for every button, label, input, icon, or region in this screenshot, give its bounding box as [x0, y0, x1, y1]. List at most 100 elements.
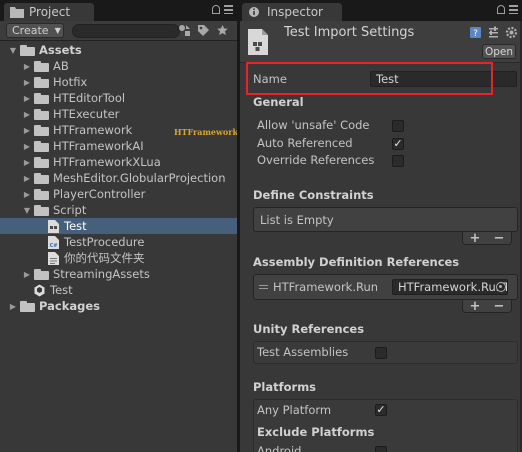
expand-arrow-right-icon[interactable]: ▶ — [22, 93, 32, 103]
tree-item[interactable]: 你的代码文件夹 — [0, 250, 237, 266]
expand-arrow-right-icon[interactable]: ▶ — [22, 173, 32, 183]
project-search-input[interactable] — [72, 24, 180, 38]
name-label: Name — [253, 72, 287, 86]
tree-item[interactable]: ▶ HTFrameworkXLua — [0, 154, 237, 170]
assembly-references-list: HTFramework.RunTime HTFramework.RunTime — [253, 274, 518, 300]
tree-item[interactable]: ▶ Hotfix — [0, 74, 237, 90]
tree-item[interactable]: ▶ StreamingAssets — [0, 266, 237, 282]
any-platform-label: Any Platform — [257, 403, 332, 417]
drag-handle-icon[interactable] — [259, 285, 268, 289]
htframework-logo-text: HTFramework — [174, 127, 238, 137]
lock-icon[interactable] — [497, 5, 505, 14]
text-asset-icon — [48, 251, 59, 265]
assembly-reference-name: HTFramework.RunTime — [273, 280, 377, 294]
tree-item[interactable]: C# TestProcedure — [0, 234, 237, 250]
lock-icon[interactable] — [212, 5, 220, 14]
name-input[interactable] — [370, 71, 517, 87]
gear-icon[interactable] — [505, 26, 518, 39]
tree-item-label: MeshEditor.GlobularProjection — [53, 171, 226, 185]
tree-item[interactable]: ▶ AB — [0, 58, 237, 74]
remove-item-button[interactable]: − — [494, 299, 505, 314]
tree-item[interactable]: ▶ HTEditorTool — [0, 90, 237, 106]
general-field-checkbox[interactable] — [392, 120, 404, 132]
expand-arrow-right-icon[interactable]: ▶ — [22, 141, 32, 151]
add-item-button[interactable]: + — [470, 299, 481, 314]
android-platform-checkbox[interactable] — [375, 446, 387, 452]
general-field-checkbox[interactable] — [392, 155, 404, 167]
test-assemblies-checkbox[interactable] — [375, 347, 387, 359]
tree-item[interactable]: ▶ Packages — [0, 298, 237, 314]
tree-item-label: HTFramework — [53, 123, 133, 137]
assembly-reference-object-field[interactable]: HTFramework.RunTime — [392, 279, 508, 295]
inspector-tab[interactable]: Inspector — [242, 3, 342, 21]
inspector-panel: Inspector Test Import Settings ? Open Na… — [240, 0, 522, 452]
tree-item[interactable]: ▼ Assets — [0, 42, 237, 58]
expand-arrow-right-icon[interactable]: ▶ — [22, 77, 32, 87]
inspector-header: Test Import Settings ? Open — [240, 21, 522, 63]
any-platform-checkbox[interactable]: ✓ — [375, 404, 387, 416]
add-item-button[interactable]: + — [470, 231, 481, 246]
general-field-label: Allow 'unsafe' Code — [257, 118, 370, 132]
inspector-title: Test Import Settings — [284, 25, 415, 40]
filter-by-type-icon[interactable] — [178, 24, 191, 37]
filter-by-label-icon[interactable] — [197, 24, 210, 37]
tree-item[interactable]: ▶ HTExecuter — [0, 106, 237, 122]
favorite-star-icon[interactable] — [216, 24, 229, 37]
folder-icon — [20, 300, 35, 312]
tree-item-label: HTFrameworkXLua — [53, 155, 161, 169]
menu-icon[interactable] — [509, 5, 518, 14]
open-button[interactable]: Open — [482, 44, 516, 59]
expand-arrow-right-icon[interactable]: ▶ — [22, 269, 32, 279]
platforms-title: Platforms — [253, 380, 317, 394]
help-icon[interactable]: ? — [469, 26, 482, 39]
info-icon — [249, 7, 259, 17]
folder-icon — [34, 204, 49, 216]
expand-arrow-right-icon[interactable]: ▶ — [22, 61, 32, 71]
expand-arrow-right-icon[interactable]: ▶ — [22, 157, 32, 167]
tree-item[interactable]: ▼ Script — [0, 202, 237, 218]
assembly-references-title: Assembly Definition References — [253, 255, 460, 269]
name-row: Name — [253, 71, 517, 88]
tree-item-label: 你的代码文件夹 — [64, 251, 145, 265]
expand-arrow-down-icon[interactable]: ▼ — [22, 205, 32, 215]
remove-item-button[interactable]: − — [494, 231, 505, 246]
general-field-row: Override References — [257, 153, 404, 169]
general-field-row: Allow 'unsafe' Code — [257, 118, 404, 134]
define-constraints-footer: + − — [462, 231, 512, 246]
preset-sliders-icon[interactable] — [487, 26, 500, 39]
test-assemblies-label: Test Assemblies — [257, 345, 349, 359]
create-button-label: Create — [12, 24, 49, 37]
tree-item-label: HTExecuter — [53, 107, 120, 121]
menu-icon[interactable] — [224, 5, 233, 14]
assembly-reference-item[interactable]: HTFramework.RunTime HTFramework.RunTime — [257, 279, 515, 296]
tree-item[interactable]: ▶ HTFrameworkAI — [0, 138, 237, 154]
inspector-tab-label: Inspector — [267, 5, 323, 19]
unity-references-title: Unity References — [253, 322, 365, 336]
exclude-platforms-title: Exclude Platforms — [257, 425, 375, 439]
general-field-label: Auto Referenced — [257, 136, 353, 150]
inspector-tabbar: Inspector — [240, 0, 522, 21]
folder-icon — [34, 108, 49, 120]
tree-item[interactable]: Test — [0, 282, 237, 298]
tree-item-label: AB — [53, 59, 69, 73]
expand-arrow-right-icon[interactable]: ▶ — [8, 301, 18, 311]
project-tab[interactable]: Project — [4, 3, 94, 21]
tree-item-label: Packages — [39, 299, 100, 313]
expand-arrow-down-icon[interactable]: ▼ — [8, 45, 18, 55]
expand-arrow-right-icon[interactable]: ▶ — [22, 125, 32, 135]
expand-arrow-right-icon[interactable]: ▶ — [22, 189, 32, 199]
svg-text:?: ? — [473, 29, 478, 39]
object-picker-icon[interactable] — [496, 282, 506, 292]
tree-item[interactable]: Test — [0, 218, 237, 234]
tree-item[interactable]: ▶ PlayerController — [0, 186, 237, 202]
create-button[interactable]: Create ▼ — [6, 23, 64, 38]
folder-icon — [34, 172, 49, 184]
tree-item-label: Test — [64, 219, 87, 233]
expand-arrow-right-icon[interactable]: ▶ — [22, 109, 32, 119]
tree-item[interactable]: ▶ MeshEditor.GlobularProjection — [0, 170, 237, 186]
general-field-checkbox[interactable]: ✓ — [392, 138, 404, 150]
